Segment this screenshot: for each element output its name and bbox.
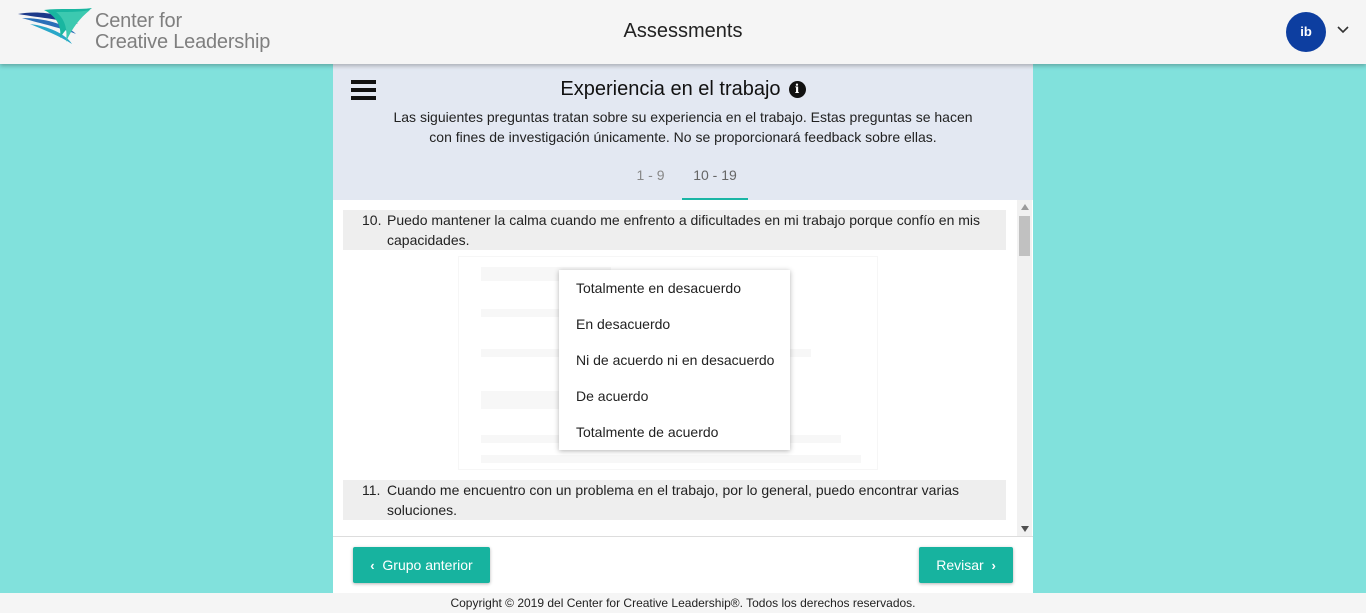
scroll-down-arrow-icon[interactable]	[1021, 526, 1029, 532]
scroll-thumb[interactable]	[1019, 216, 1030, 256]
question-item: 11. Cuando me encuentro con un problema …	[343, 480, 1006, 520]
scrollbar[interactable]	[1017, 200, 1032, 536]
chevron-right-icon: ›	[991, 558, 996, 573]
question-item: 10. Puedo mantener la calma cuando me en…	[343, 210, 1006, 250]
section-title: Experiencia en el trabajo i	[333, 78, 1033, 101]
option-de-acuerdo[interactable]: De acuerdo	[559, 378, 790, 414]
review-button[interactable]: Revisar ›	[919, 547, 1013, 583]
copyright-footer: Copyright © 2019 del Center for Creative…	[0, 593, 1366, 613]
questions-area[interactable]: 10. Puedo mantener la calma cuando me en…	[333, 200, 1033, 536]
assessment-panel: Experiencia en el trabajo i Las siguiente…	[333, 64, 1033, 593]
info-icon[interactable]: i	[788, 81, 806, 98]
previous-group-button[interactable]: ‹ Grupo anterior	[353, 547, 490, 583]
chevron-left-icon: ‹	[370, 558, 375, 573]
section-description: Las siguientes preguntas tratan sobre su…	[393, 109, 973, 145]
question-number: 11.	[362, 482, 381, 498]
question-text: Puedo mantener la calma cuando me enfren…	[387, 212, 981, 248]
tab-1-9[interactable]: 1 - 9	[619, 160, 682, 200]
user-avatar[interactable]: ib	[1286, 12, 1326, 52]
tab-10-19[interactable]: 10 - 19	[682, 160, 748, 200]
chevron-down-icon[interactable]	[1335, 22, 1351, 38]
question-text: Cuando me encuentro con un problema en e…	[387, 482, 960, 518]
scroll-up-arrow-icon[interactable]	[1021, 204, 1029, 210]
option-en-desacuerdo[interactable]: En desacuerdo	[559, 306, 790, 342]
app-title: Assessments	[623, 20, 743, 42]
answer-dropdown-menu: Totalmente en desacuerdo En desacuerdo N…	[559, 270, 790, 450]
option-neutral[interactable]: Ni de acuerdo ni en desacuerdo	[559, 342, 790, 378]
section-header: Experiencia en el trabajo i Las siguiente…	[333, 64, 1033, 200]
question-number: 10.	[362, 212, 382, 228]
option-totalmente-en-desacuerdo[interactable]: Totalmente en desacuerdo	[559, 270, 790, 306]
option-totalmente-de-acuerdo[interactable]: Totalmente de acuerdo	[559, 414, 790, 450]
top-header: Center for Creative Leadership Assessmen…	[0, 0, 1366, 64]
navigation-footer: ‹ Grupo anterior Revisar ›	[333, 536, 1033, 593]
